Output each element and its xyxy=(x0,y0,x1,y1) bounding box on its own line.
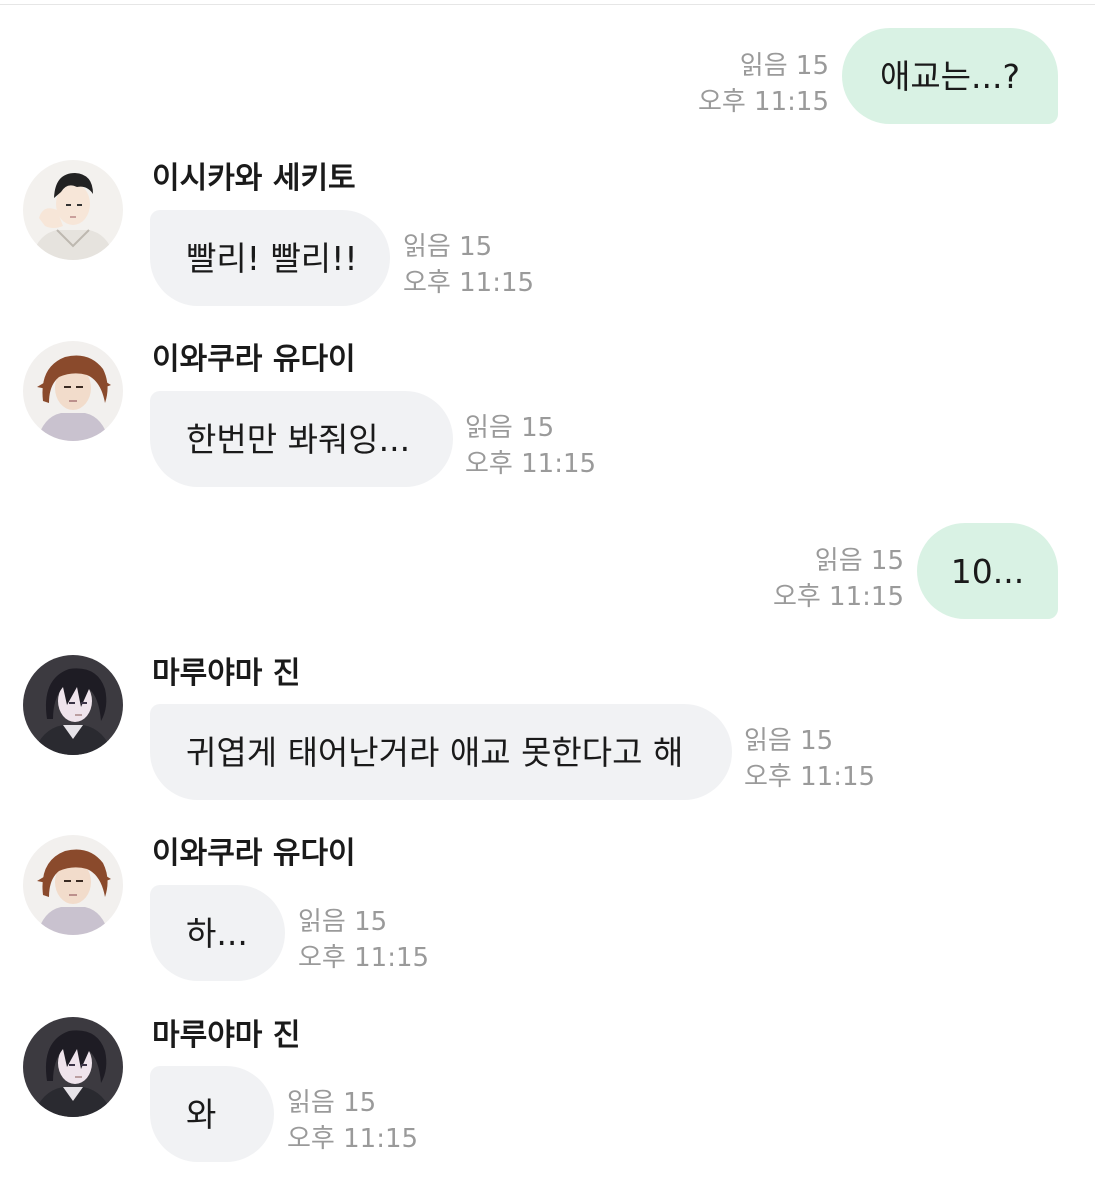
read-count: 읽음 15 xyxy=(739,51,829,81)
sender-name: 마루야마 진 xyxy=(152,656,301,691)
sender-name: 이와쿠라 유다이 xyxy=(152,342,356,377)
avatar-iwakura-icon xyxy=(23,341,123,441)
top-divider xyxy=(0,4,1095,5)
message-meta: 읽음 15 오후 11:15 xyxy=(773,543,904,615)
sender-name: 마루야마 진 xyxy=(152,1018,301,1053)
timestamp: 오후 11:15 xyxy=(772,582,904,612)
sender-name: 이와쿠라 유다이 xyxy=(152,836,356,871)
timestamp: 오후 11:15 xyxy=(697,87,829,117)
avatar[interactable] xyxy=(23,341,123,441)
message-bubble[interactable]: 귀엽게 태어난거라 애교 못한다고 해 xyxy=(150,704,732,800)
timestamp: 오후 11:15 xyxy=(287,1124,419,1154)
read-count: 읽음 15 xyxy=(298,907,388,937)
avatar[interactable] xyxy=(23,655,123,755)
avatar[interactable] xyxy=(23,160,123,260)
timestamp: 오후 11:15 xyxy=(298,943,430,973)
message-meta: 읽음 15 오후 11:15 xyxy=(403,229,534,301)
message-bubble[interactable]: 빨리! 빨리!! xyxy=(150,210,390,306)
avatar[interactable] xyxy=(23,835,123,935)
timestamp: 오후 11:15 xyxy=(403,268,535,298)
message-bubble[interactable]: 애교는...? xyxy=(842,28,1058,124)
avatar[interactable] xyxy=(23,1017,123,1117)
message-meta: 읽음 15 오후 11:15 xyxy=(698,48,829,120)
message-meta: 읽음 15 오후 11:15 xyxy=(298,904,429,976)
timestamp: 오후 11:15 xyxy=(744,762,876,792)
avatar-maruyama-icon xyxy=(23,1017,123,1117)
read-count: 읽음 15 xyxy=(465,413,555,443)
read-count: 읽음 15 xyxy=(403,232,493,262)
sender-name: 이시카와 세키토 xyxy=(152,161,356,196)
avatar-ishikawa-icon xyxy=(23,160,123,260)
read-count: 읽음 15 xyxy=(744,726,834,756)
read-count: 읽음 15 xyxy=(287,1088,377,1118)
message-meta: 읽음 15 오후 11:15 xyxy=(744,723,875,795)
read-count: 읽음 15 xyxy=(814,546,904,576)
message-bubble[interactable]: 한번만 봐줘잉... xyxy=(150,391,453,487)
avatar-maruyama-icon xyxy=(23,655,123,755)
timestamp: 오후 11:15 xyxy=(465,449,597,479)
message-meta: 읽음 15 오후 11:15 xyxy=(465,410,596,482)
message-bubble[interactable]: 10... xyxy=(917,523,1058,619)
avatar-iwakura-icon xyxy=(23,835,123,935)
message-meta: 읽음 15 오후 11:15 xyxy=(287,1085,418,1157)
message-bubble[interactable]: 와 xyxy=(150,1066,274,1162)
message-bubble[interactable]: 하... xyxy=(150,885,285,981)
